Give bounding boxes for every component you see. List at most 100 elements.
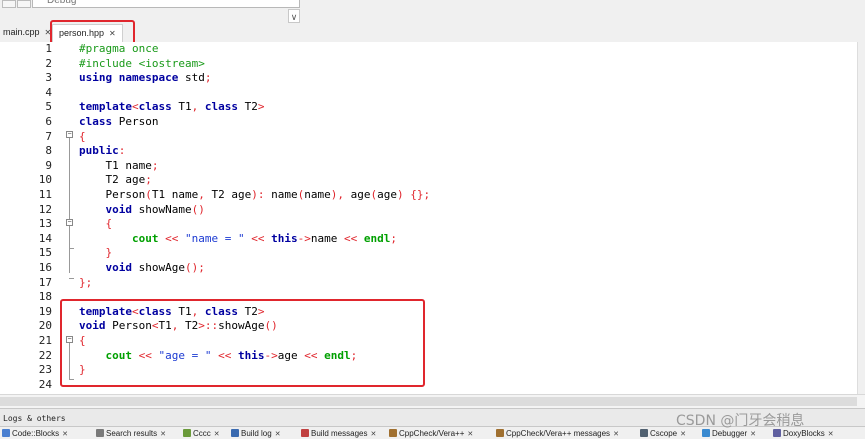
code-token: ): bbox=[251, 188, 265, 201]
line-number: 11 bbox=[38, 188, 52, 201]
code-token: name bbox=[304, 188, 331, 201]
logs-tab[interactable]: Build log ✕ bbox=[231, 428, 281, 439]
logs-tab-label: Build messages bbox=[311, 429, 368, 438]
toolbar-button[interactable] bbox=[2, 0, 16, 8]
line-number: 23 bbox=[38, 363, 52, 377]
line-number: 17 bbox=[38, 275, 52, 289]
code-text: T1 name; bbox=[79, 159, 158, 174]
code-token: using bbox=[79, 71, 113, 85]
code-text: T2 age; bbox=[79, 173, 151, 188]
line-number: 20 bbox=[38, 319, 52, 333]
code-token: public bbox=[79, 144, 119, 158]
line-number: 19 bbox=[38, 304, 52, 318]
code-token: template bbox=[79, 100, 132, 114]
logs-tab[interactable]: CppCheck/Vera++ messages ✕ bbox=[496, 428, 619, 439]
logs-tab[interactable]: CppCheck/Vera++ ✕ bbox=[389, 428, 473, 439]
code-token: { bbox=[105, 217, 113, 231]
line-number: 7 bbox=[45, 129, 52, 143]
close-icon[interactable]: ✕ bbox=[214, 431, 220, 438]
code-token: ; bbox=[204, 71, 212, 85]
code-token: void bbox=[105, 202, 133, 216]
code-token: > bbox=[257, 100, 265, 114]
logs-tab-label: Debugger bbox=[712, 429, 748, 438]
code-token: endl bbox=[363, 231, 391, 245]
close-icon[interactable]: ✕ bbox=[467, 431, 473, 438]
fold-toggle-icon[interactable]: − bbox=[66, 131, 73, 138]
cppcheck-icon bbox=[389, 429, 397, 437]
logs-panel-title: Logs & others bbox=[3, 414, 66, 423]
code-token: { bbox=[79, 129, 86, 143]
code-token: #pragma once bbox=[79, 42, 159, 55]
line-number: 10 bbox=[38, 173, 52, 187]
debugger-icon bbox=[702, 429, 710, 437]
line-number: 8 bbox=[45, 144, 52, 158]
logs-tab[interactable]: Build messages ✕ bbox=[301, 428, 376, 439]
code-token: ) bbox=[396, 188, 404, 201]
line-number: 4 bbox=[45, 85, 52, 99]
close-icon[interactable]: ✕ bbox=[680, 431, 686, 438]
code-token: << bbox=[165, 231, 179, 245]
logs-tab-label: Build log bbox=[241, 429, 272, 438]
tab-main-cpp[interactable]: main.cpp ✕ bbox=[3, 24, 51, 41]
logs-tab[interactable]: Cccc ✕ bbox=[183, 428, 220, 439]
code-token: } bbox=[105, 246, 113, 260]
logs-tab-label: Search results bbox=[106, 429, 158, 438]
code-text: public: bbox=[79, 144, 125, 159]
code-token: "name = " bbox=[184, 231, 245, 245]
chevron-down-icon[interactable]: ∨ bbox=[288, 9, 300, 23]
highlight-box-code bbox=[60, 299, 425, 387]
cccc-icon bbox=[183, 429, 191, 437]
code-token: T1 name bbox=[79, 158, 152, 172]
gear-icon bbox=[231, 429, 239, 437]
line-number: 14 bbox=[38, 231, 52, 245]
code-text: void showName() bbox=[79, 203, 205, 218]
code-text: { bbox=[79, 217, 113, 232]
build-target-combo[interactable]: Debug bbox=[32, 0, 300, 8]
close-icon[interactable]: ✕ bbox=[160, 431, 166, 438]
close-icon[interactable]: ✕ bbox=[750, 431, 756, 438]
close-icon[interactable]: ✕ bbox=[370, 431, 376, 438]
close-icon[interactable]: ✕ bbox=[62, 431, 68, 438]
line-number: 22 bbox=[38, 348, 52, 362]
line-number: 16 bbox=[38, 261, 52, 274]
code-text: void showAge(); bbox=[79, 261, 205, 276]
close-icon[interactable]: ✕ bbox=[613, 431, 619, 438]
code-text: Person(T1 name, T2 age): name(name), age… bbox=[79, 188, 430, 203]
logs-tab-label: DoxyBlocks bbox=[783, 429, 825, 438]
code-token: < bbox=[131, 100, 139, 114]
code-token: showAge bbox=[132, 261, 185, 274]
code-text: } bbox=[79, 246, 113, 261]
code-token: ), bbox=[330, 188, 344, 201]
toolbar-button[interactable] bbox=[17, 0, 31, 8]
code-token: , bbox=[198, 188, 205, 201]
fold-guide bbox=[69, 138, 70, 273]
horizontal-scrollbar[interactable] bbox=[0, 394, 865, 408]
cscope-icon bbox=[640, 429, 648, 437]
tab-label: main.cpp bbox=[3, 27, 40, 37]
code-token: << bbox=[343, 231, 358, 245]
logs-tab[interactable]: Code::Blocks ✕ bbox=[2, 428, 68, 439]
code-token: class bbox=[79, 115, 113, 128]
code-text: #include <iostream> bbox=[79, 57, 205, 72]
doxyblocks-icon bbox=[773, 429, 781, 437]
vertical-scrollbar[interactable] bbox=[857, 42, 865, 394]
code-token: Person bbox=[79, 188, 146, 201]
code-token: class bbox=[138, 100, 172, 114]
logs-tab[interactable]: Search results ✕ bbox=[96, 428, 166, 439]
logs-tab-label: Cccc bbox=[193, 429, 211, 438]
code-token: }; bbox=[79, 275, 93, 289]
code-token: ; bbox=[390, 231, 397, 245]
close-icon[interactable]: ✕ bbox=[828, 431, 834, 438]
code-token: namespace bbox=[118, 71, 179, 85]
scrollbar-thumb[interactable] bbox=[0, 397, 857, 406]
close-icon[interactable]: ✕ bbox=[275, 431, 281, 438]
logs-tab-label: CppCheck/Vera++ bbox=[399, 429, 465, 438]
code-token: T1 name bbox=[151, 188, 199, 201]
code-token: T2 age bbox=[79, 173, 146, 187]
fold-toggle-icon[interactable]: − bbox=[66, 219, 73, 226]
